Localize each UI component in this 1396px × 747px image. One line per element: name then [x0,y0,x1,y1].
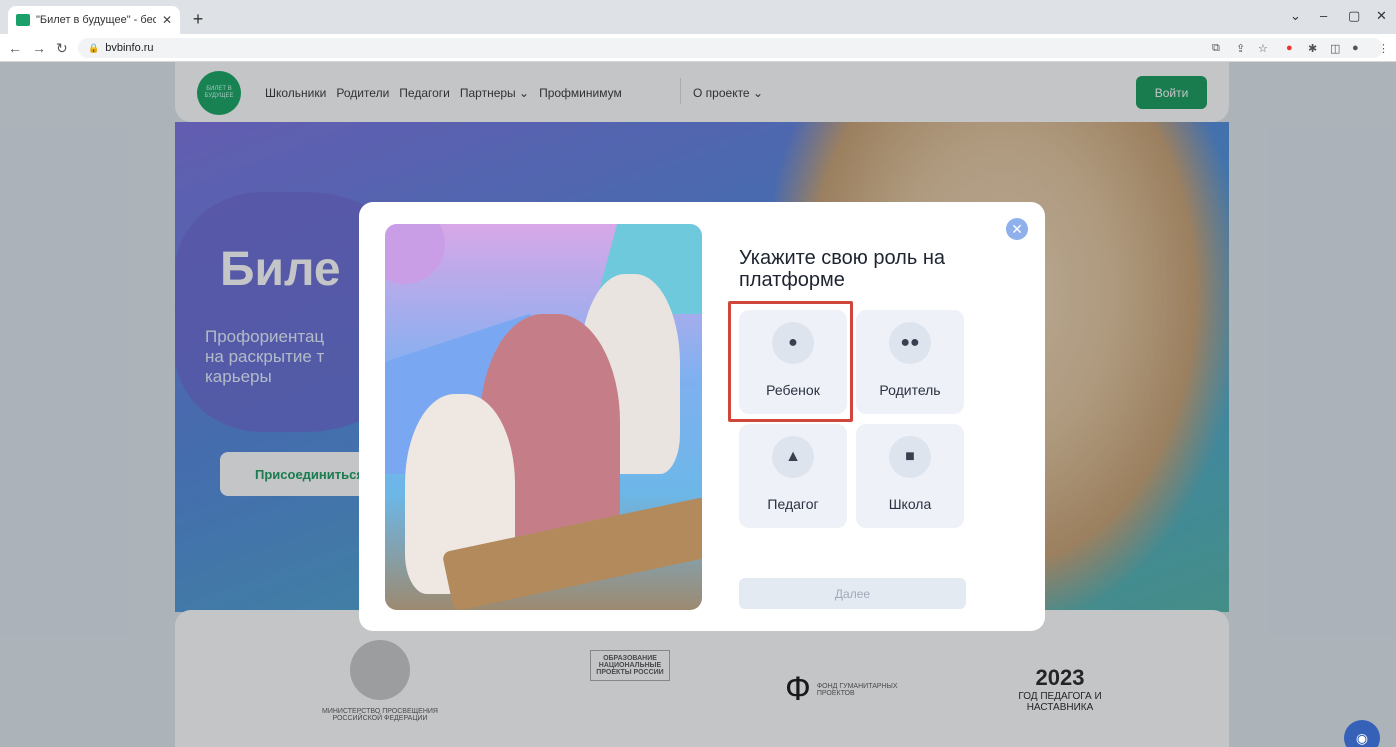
menu-icon[interactable]: ⋮ [1378,42,1389,55]
browser-tabbar: "Билет в будущее" - бесплатна ✕ + ⌄ – ▢ … [0,0,1396,34]
tab-close-icon[interactable]: ✕ [162,13,172,27]
role-card-teacher[interactable]: ▲ Педагог [739,424,847,528]
reload-icon[interactable]: ↻ [56,40,68,57]
puzzle-icon[interactable]: ✱ [1308,42,1317,55]
back-icon[interactable]: ← [8,40,22,56]
role-label: Педагог [767,496,819,512]
role-select-modal: ✕ Укажите свою роль на платформе ● Ребен… [359,202,1045,631]
next-button[interactable]: Далее [739,578,966,609]
new-tab-button[interactable]: + [187,8,209,30]
role-label: Родитель [879,382,941,398]
graduation-cap-icon: ▲ [772,436,814,478]
translate-icon[interactable]: ⧉ [1212,42,1220,55]
url-field[interactable]: 🔒 bvbinfo.ru [78,38,1383,58]
address-bar: ← → ↻ 🔒 bvbinfo.ru ⧉ ⇪ ☆ ● ✱ ◫ ● ⋮ [0,34,1396,62]
lock-icon: 🔒 [88,42,100,53]
selection-highlight [728,301,853,422]
browser-tab[interactable]: "Билет в будущее" - бесплатна ✕ [8,6,180,34]
role-card-parent[interactable]: ●● Родитель [856,310,964,414]
tab-search-icon[interactable]: ⌄ [1290,8,1301,24]
modal-title: Укажите свою роль на платформе [739,247,945,291]
share-icon[interactable]: ⇪ [1236,42,1245,55]
modal-illustration [385,224,702,610]
decor-circle [385,224,445,284]
close-icon[interactable]: ✕ [1006,218,1028,240]
profile-icon[interactable]: ● [1352,42,1359,54]
favicon-icon [16,14,30,26]
briefcase-icon: ■ [889,436,931,478]
bookmark-star-icon[interactable]: ☆ [1258,42,1268,55]
users-icon: ●● [889,322,931,364]
close-window-icon[interactable]: ✕ [1376,8,1387,24]
tab-title: "Билет в будущее" - бесплатна [36,14,156,26]
role-label: Школа [888,496,932,512]
minimize-icon[interactable]: – [1320,8,1327,23]
restore-icon[interactable]: ▢ [1348,8,1360,24]
extension-icon[interactable]: ● [1286,42,1293,54]
role-card-school[interactable]: ■ Школа [856,424,964,528]
sidepanel-icon[interactable]: ◫ [1330,42,1340,55]
forward-icon[interactable]: → [32,40,46,56]
url-text: bvbinfo.ru [105,42,154,54]
